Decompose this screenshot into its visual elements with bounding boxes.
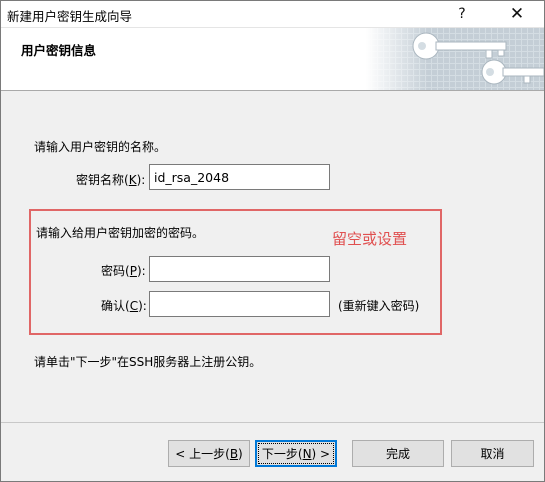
back-button[interactable]: < 上一步(B)	[168, 440, 250, 467]
close-button[interactable]: ✕	[497, 1, 537, 27]
next-button[interactable]: 下一步(N) >	[255, 440, 337, 467]
help-button[interactable]: ?	[442, 1, 482, 27]
wizard-content: 请输入用户密钥的名称。 密钥名称(K): 留空或设置 请输入给用户密钥加密的密码…	[1, 91, 544, 421]
footer-note: 请单击"下一步"在SSH服务器上注册公钥。	[34, 355, 262, 369]
cancel-button[interactable]: 取消	[451, 440, 534, 467]
window-title: 新建用户密钥生成向导	[7, 9, 133, 24]
wizard-window: 新建用户密钥生成向导 ? ✕ 用户密钥信息 请输入用户密钥的名称。 密钥名称(K…	[0, 0, 545, 482]
key-name-label: 密钥名称(K):	[76, 173, 146, 187]
page-title: 用户密钥信息	[21, 43, 97, 58]
key-name-input[interactable]	[149, 164, 330, 190]
annotation-note: 留空或设置	[332, 230, 408, 248]
password-label: 密码(P):	[101, 264, 146, 278]
wizard-header: 用户密钥信息	[1, 28, 544, 91]
close-icon: ✕	[509, 4, 525, 24]
title-bar: 新建用户密钥生成向导 ? ✕	[1, 1, 544, 28]
confirm-password-input[interactable]	[149, 291, 330, 317]
finish-button[interactable]: 完成	[352, 440, 444, 467]
keys-icon	[366, 28, 544, 90]
name-prompt: 请输入用户密钥的名称。	[34, 140, 167, 154]
password-prompt: 请输入给用户密钥加密的密码。	[36, 226, 205, 240]
password-input[interactable]	[149, 256, 330, 282]
help-icon: ?	[458, 6, 466, 22]
confirm-label: 确认(C):	[101, 299, 147, 313]
confirm-hint: (重新键入密码)	[338, 299, 420, 313]
button-bar: < 上一步(B) 下一步(N) > 完成 取消	[1, 422, 544, 481]
